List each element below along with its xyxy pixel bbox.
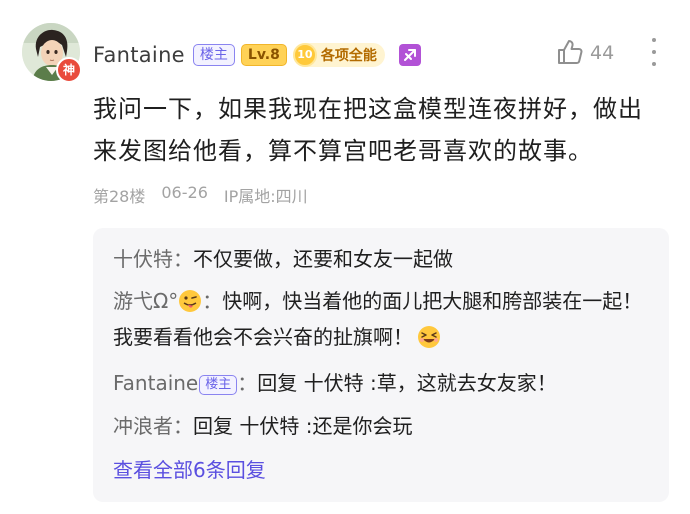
sagittarius-icon: [398, 44, 421, 66]
reply-separator: ：: [173, 414, 193, 438]
like-count: 44: [590, 42, 615, 64]
reply-item[interactable]: 冲浪者：回复 十伏特 :还是你会玩: [113, 408, 653, 444]
award-badge[interactable]: 10 各项全能: [292, 43, 385, 67]
avatar[interactable]: 神: [22, 23, 82, 83]
author-line: Fantaine 楼主 Lv.8 10 各项全能: [93, 40, 421, 70]
award-label: 各项全能: [320, 48, 377, 64]
owner-tag: 楼主: [192, 44, 235, 66]
laughing-emoji-icon: [418, 326, 440, 348]
level-badge[interactable]: Lv.8: [240, 44, 287, 66]
reply-text: 不仅要做，还要和女友一起做: [193, 247, 453, 271]
reply-text: 回复 十伏特 :还是你会玩: [193, 414, 413, 438]
award-coin-icon: 10: [292, 43, 317, 67]
author-name[interactable]: Fantaine: [93, 43, 185, 67]
more-options-icon[interactable]: [650, 38, 658, 66]
reply-separator: ：: [237, 371, 258, 395]
reply-author[interactable]: 冲浪者: [113, 414, 173, 438]
reply-separator: ：: [173, 247, 193, 271]
post-date: 06-26: [161, 183, 208, 202]
floor-number: 第28楼: [93, 187, 146, 206]
reply-item[interactable]: 游弋Ω° ：快啊，快当着他的面儿把大腿和胯部装在一起！我要看看他会不会兴奋的扯旗…: [113, 283, 653, 355]
reply-item[interactable]: 十伏特：不仅要做，还要和女友一起做: [113, 241, 653, 277]
reply-item[interactable]: Fantaine 楼主 ：回复 十伏特 :草，这就去女友家！: [113, 365, 653, 401]
ip-location: IP属地:四川: [223, 187, 308, 206]
reply-text: 回复 十伏特 :草，这就去女友家！: [257, 371, 557, 395]
post-meta: 第28楼 06-26 IP属地:四川: [93, 183, 308, 207]
view-all-replies-link[interactable]: 查看全部6条回复: [113, 452, 266, 488]
thumbs-up-icon[interactable]: [556, 38, 584, 66]
reply-author[interactable]: 游弋Ω°: [113, 289, 178, 313]
post-content: 我问一下，如果我现在把这盒模型连夜拼好，做出来发图给他看，算不算宫吧老哥喜欢的故…: [93, 95, 643, 165]
reply-author[interactable]: Fantaine: [113, 371, 198, 395]
owner-tag: 楼主: [199, 375, 238, 395]
avatar-badge: 神: [56, 57, 82, 83]
reply-separator: ：: [202, 289, 223, 313]
reply-list: 十伏特：不仅要做，还要和女友一起做 游弋Ω° ：快啊，快当着他的面儿把大腿和胯部…: [93, 228, 669, 502]
winking-tongue-emoji-icon: [179, 290, 202, 312]
reply-author[interactable]: 十伏特: [113, 247, 173, 271]
